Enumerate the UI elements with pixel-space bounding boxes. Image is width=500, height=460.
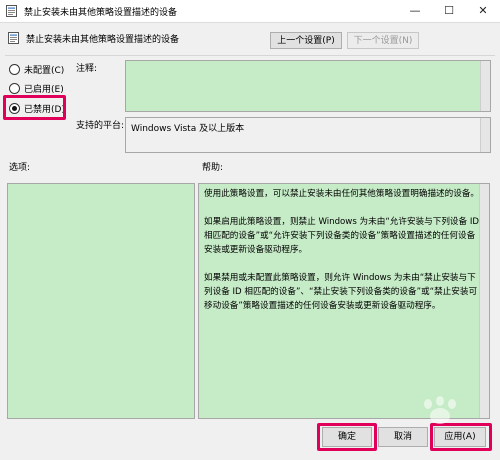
comment-scrollbar[interactable] xyxy=(480,61,490,111)
highlight-box-ok xyxy=(317,423,377,451)
help-scrollbar[interactable] xyxy=(479,184,489,418)
options-panel xyxy=(7,183,195,419)
comment-label: 注释: xyxy=(76,64,98,74)
supported-platform-field: Windows Vista 及以上版本 xyxy=(125,117,491,153)
watermark-logo xyxy=(424,396,456,424)
help-label: 帮助: xyxy=(202,163,224,173)
header-divider xyxy=(5,55,495,56)
highlight-box-disabled xyxy=(3,95,66,120)
options-label: 选项: xyxy=(9,163,31,173)
minimize-icon: — xyxy=(409,4,421,17)
maximize-icon: ☐ xyxy=(444,4,454,17)
help-paragraph: 使用此策略设置，可以禁止安装未由任何其他策略设置明确描述的设备。 xyxy=(204,189,480,199)
maximize-button[interactable]: ☐ xyxy=(432,0,466,22)
title-bar: 禁止安装未由其他策略设置描述的设备 — ☐ ✕ xyxy=(0,0,500,23)
supported-platform-label: 支持的平台: xyxy=(76,121,125,131)
comment-textarea[interactable] xyxy=(125,60,491,112)
previous-setting-button[interactable]: 上一个设置(P) xyxy=(270,32,342,49)
policy-setting-icon xyxy=(8,32,19,44)
supported-platform-value: Windows Vista 及以上版本 xyxy=(131,124,245,134)
close-button[interactable]: ✕ xyxy=(466,0,500,22)
radio-enabled[interactable]: 已启用(E) xyxy=(9,82,64,96)
policy-setting-icon xyxy=(6,5,17,17)
radio-circle[interactable] xyxy=(9,83,20,94)
help-paragraph: 如果禁用或未配置此策略设置，则允许 Windows 为未由“禁止安装与下列设备 … xyxy=(204,273,478,311)
radio-label: 已启用(E) xyxy=(24,85,64,95)
window-title: 禁止安装未由其他策略设置描述的设备 xyxy=(24,8,178,18)
next-setting-button[interactable]: 下一个设置(N) xyxy=(347,32,419,49)
radio-label: 未配置(C) xyxy=(24,66,65,76)
platform-scrollbar[interactable] xyxy=(480,118,490,152)
help-paragraph: 如果启用此策略设置，则禁止 Windows 为未由“允许安装与下列设备 ID 相… xyxy=(204,217,480,255)
minimize-button[interactable]: — xyxy=(398,0,432,22)
help-panel: 使用此策略设置，可以禁止安装未由任何其他策略设置明确描述的设备。 如果启用此策略… xyxy=(198,183,490,419)
setting-title: 禁止安装未由其他策略设置描述的设备 xyxy=(26,35,180,45)
radio-not-configured[interactable]: 未配置(C) xyxy=(9,63,64,77)
close-icon: ✕ xyxy=(478,4,488,17)
radio-circle[interactable] xyxy=(9,64,20,75)
